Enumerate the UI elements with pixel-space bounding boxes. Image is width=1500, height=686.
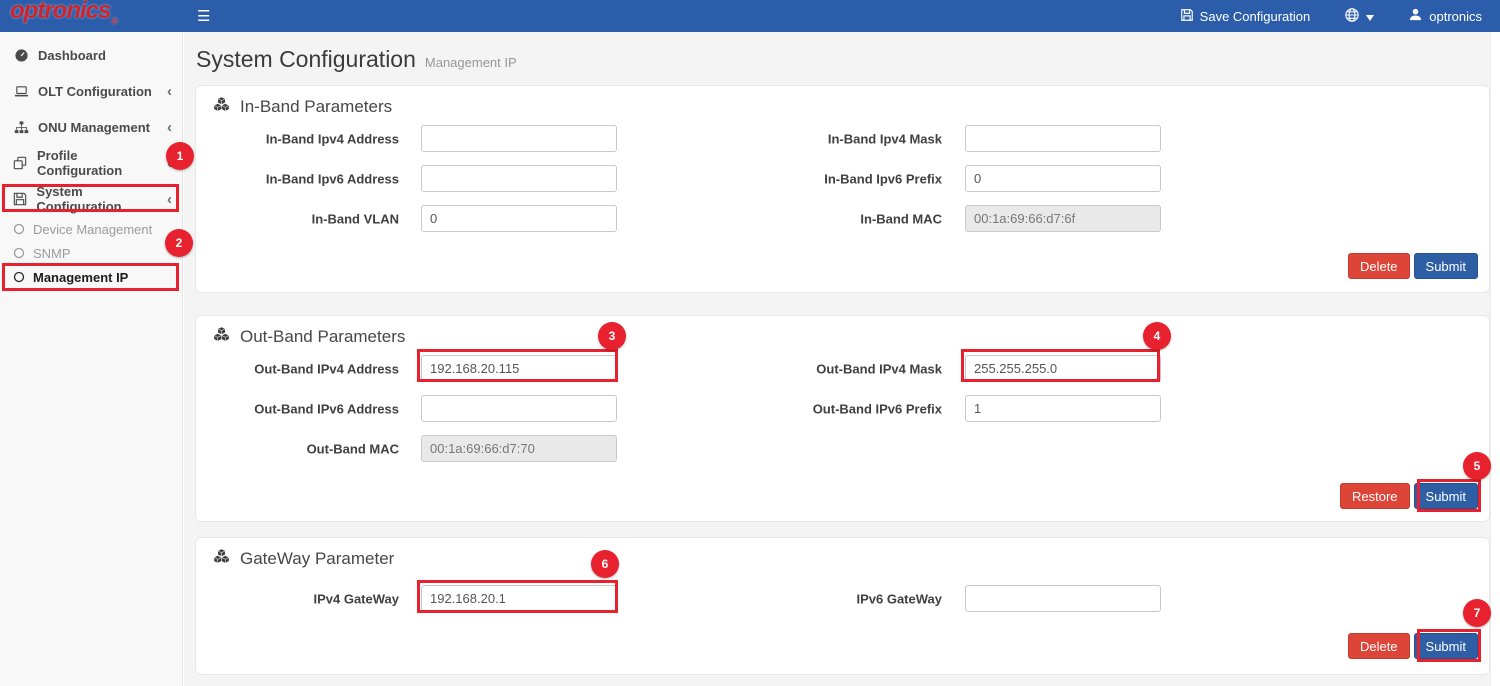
in-band-delete-button[interactable]: Delete <box>1348 253 1410 279</box>
field-label: In-Band VLAN <box>196 211 399 226</box>
sidebar-subitem-label: SNMP <box>33 246 71 261</box>
sidebar-subitem-snmp[interactable]: SNMP <box>0 241 182 265</box>
chevron-left-icon: ‹ <box>167 156 172 171</box>
hamburger-menu-icon[interactable]: ☰ <box>183 0 224 32</box>
page-header: System Configuration Management IP <box>196 46 517 73</box>
page-subtitle: Management IP <box>425 55 517 70</box>
field-label: In-Band MAC <box>796 211 942 226</box>
globe-icon <box>1344 7 1360 26</box>
floppy-icon <box>1180 8 1194 25</box>
field-label: IPv4 GateWay <box>196 591 399 606</box>
scrollbar-track[interactable] <box>1490 32 1500 686</box>
gateway-delete-button[interactable]: Delete <box>1348 633 1410 659</box>
field-label: Out-Band IPv6 Prefix <box>796 401 942 416</box>
field-label: IPv6 GateWay <box>796 591 942 606</box>
out-band-ipv4-mask-input[interactable] <box>965 355 1161 382</box>
sidebar-subitem-label: Device Management <box>33 222 152 237</box>
laptop-icon <box>13 84 29 99</box>
sidebar-item-label: System Configuration <box>36 184 158 214</box>
out-band-restore-button[interactable]: Restore <box>1340 483 1410 509</box>
logo-text: optronics® <box>10 0 117 36</box>
sitemap-icon <box>13 120 29 135</box>
registered-mark: ® <box>111 16 117 26</box>
page-title: System Configuration <box>196 46 416 73</box>
in-band-ipv4-address-input[interactable] <box>421 125 617 152</box>
panel-gateway-parameter: GateWay Parameter IPv4 GateWay IPv6 Gate… <box>195 537 1490 675</box>
chevron-left-icon: ‹ <box>167 84 172 99</box>
sidebar-item-olt-configuration[interactable]: OLT Configuration ‹ <box>0 73 182 109</box>
save-configuration-button[interactable]: Save Configuration <box>1180 8 1311 25</box>
field-label: In-Band Ipv4 Address <box>196 131 399 146</box>
field-label: In-Band Ipv4 Mask <box>796 131 942 146</box>
in-band-ipv6-prefix-input[interactable] <box>965 165 1161 192</box>
out-band-ipv4-address-input[interactable] <box>421 355 617 382</box>
user-menu[interactable]: optronics <box>1408 7 1482 25</box>
field-label: Out-Band MAC <box>196 441 399 456</box>
sidebar-item-label: OLT Configuration <box>38 84 152 99</box>
panel-out-band-parameters: Out-Band Parameters Out-Band IPv4 Addres… <box>195 315 1490 522</box>
panel-title: GateWay Parameter <box>240 549 394 569</box>
field-label: Out-Band IPv4 Mask <box>796 361 942 376</box>
chevron-left-icon: ‹ <box>167 120 172 135</box>
sidebar-item-system-configuration[interactable]: System Configuration ‹ <box>0 181 182 217</box>
sidebar-item-label: Dashboard <box>38 48 106 63</box>
circle-icon <box>13 247 25 259</box>
in-band-ipv6-address-input[interactable] <box>421 165 617 192</box>
sidebar-item-dashboard[interactable]: Dashboard <box>0 37 182 73</box>
field-label: Out-Band IPv4 Address <box>196 361 399 376</box>
panel-title: Out-Band Parameters <box>240 327 405 347</box>
field-label: In-Band Ipv6 Address <box>196 171 399 186</box>
save-configuration-label: Save Configuration <box>1200 9 1311 24</box>
gateway-submit-button[interactable]: Submit <box>1414 633 1478 659</box>
floppy-icon <box>13 192 27 206</box>
user-icon <box>1408 7 1423 25</box>
in-band-vlan-input[interactable] <box>421 205 617 232</box>
sidebar-item-profile-configuration[interactable]: Profile Configuration ‹ <box>0 145 182 181</box>
in-band-ipv4-mask-input[interactable] <box>965 125 1161 152</box>
cubes-icon <box>212 326 231 348</box>
field-label: In-Band Ipv6 Prefix <box>796 171 942 186</box>
sidebar: Dashboard OLT Configuration ‹ ONU Manage… <box>0 32 183 686</box>
logo[interactable]: optronics® <box>0 0 183 32</box>
top-navbar: optronics® ☰ Save Configuration optronic… <box>0 0 1500 32</box>
ipv4-gateway-input[interactable] <box>421 585 617 612</box>
panel-in-band-parameters: In-Band Parameters In-Band Ipv4 Address … <box>195 85 1490 293</box>
out-band-ipv6-prefix-input[interactable] <box>965 395 1161 422</box>
caret-down-icon <box>1366 9 1374 24</box>
cubes-icon <box>212 548 231 570</box>
ipv6-gateway-input[interactable] <box>965 585 1161 612</box>
sidebar-item-onu-management[interactable]: ONU Management ‹ <box>0 109 182 145</box>
cubes-icon <box>212 96 231 118</box>
sidebar-subitem-device-management[interactable]: Device Management <box>0 217 182 241</box>
field-label: Out-Band IPv6 Address <box>196 401 399 416</box>
panel-title: In-Band Parameters <box>240 97 392 117</box>
out-band-submit-button[interactable]: Submit <box>1414 483 1478 509</box>
out-band-mac-input <box>421 435 617 462</box>
sidebar-item-label: Profile Configuration <box>37 148 158 178</box>
sidebar-item-label: ONU Management <box>38 120 150 135</box>
circle-icon <box>13 223 25 235</box>
dashboard-icon <box>13 48 29 63</box>
sidebar-subitem-management-ip[interactable]: Management IP <box>0 265 182 289</box>
in-band-submit-button[interactable]: Submit <box>1414 253 1478 279</box>
clone-icon <box>13 156 28 170</box>
in-band-mac-input <box>965 205 1161 232</box>
language-selector[interactable] <box>1344 7 1374 26</box>
circle-icon <box>13 271 25 283</box>
chevron-left-icon: ‹ <box>167 192 172 207</box>
out-band-ipv6-address-input[interactable] <box>421 395 617 422</box>
username-label: optronics <box>1429 9 1482 24</box>
sidebar-subitem-label: Management IP <box>33 270 128 285</box>
